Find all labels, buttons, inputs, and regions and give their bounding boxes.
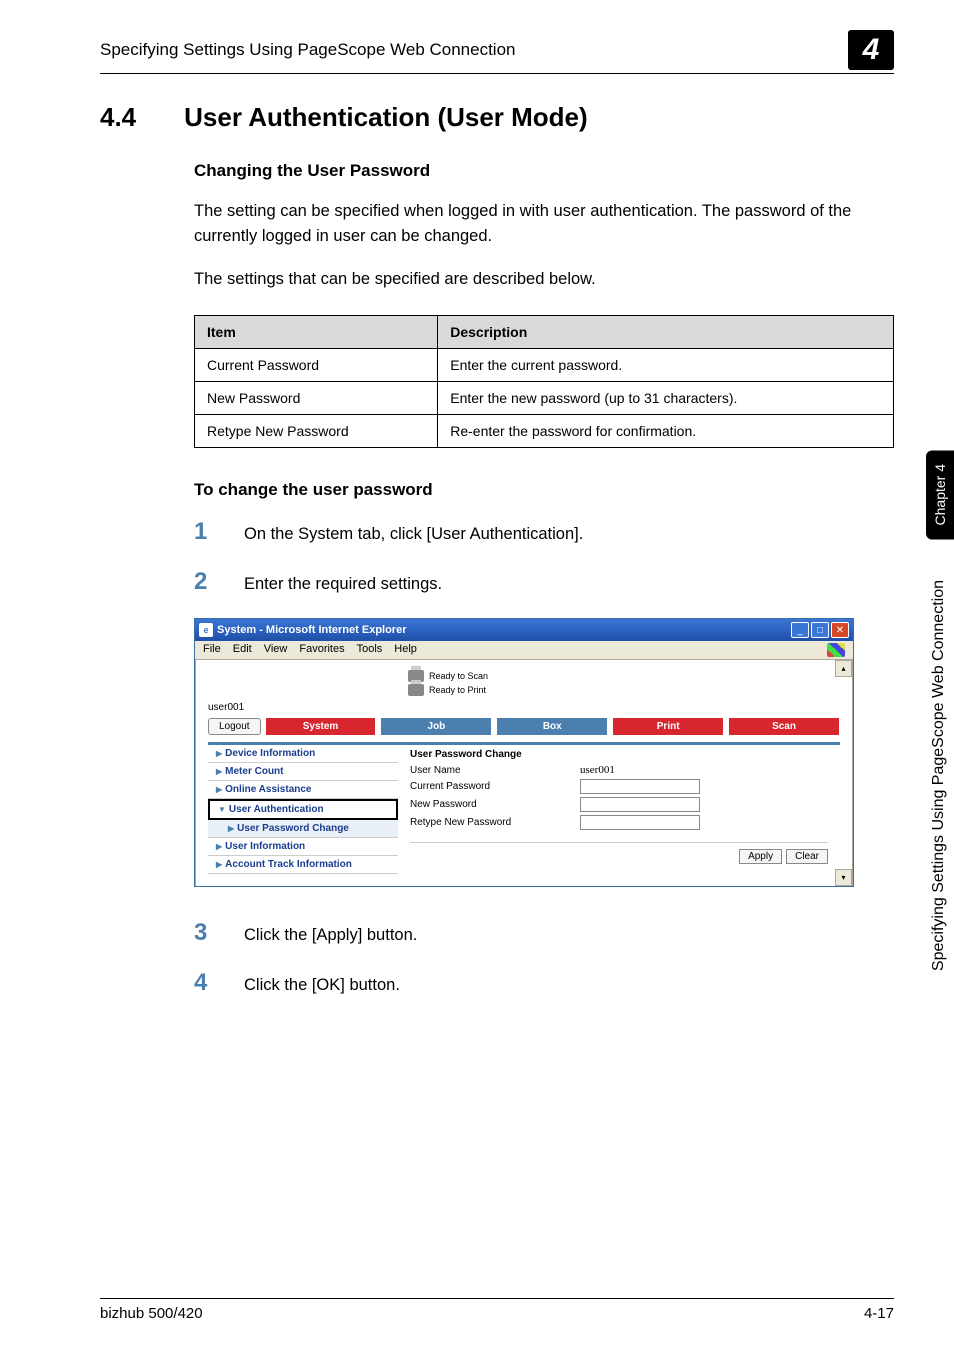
step-4: 4 Click the [OK] button. (194, 969, 894, 997)
retype-password-input[interactable] (580, 815, 700, 830)
section-heading: User Authentication (User Mode) (184, 102, 588, 133)
tab-scan[interactable]: Scan (728, 717, 840, 736)
windows-flag-icon (827, 643, 845, 657)
printer-icon (408, 684, 424, 696)
current-password-label: Current Password (410, 781, 580, 792)
step-3: 3 Click the [Apply] button. (194, 919, 894, 947)
window-title: System - Microsoft Internet Explorer (217, 624, 407, 636)
tab-system[interactable]: System (265, 717, 377, 736)
menu-tools[interactable]: Tools (357, 643, 383, 657)
subsection-title: Changing the User Password (194, 161, 894, 181)
subsection-title: To change the user password (194, 480, 894, 500)
username-value: user001 (580, 764, 615, 776)
menu-edit[interactable]: Edit (233, 643, 252, 657)
menu-favorites[interactable]: Favorites (299, 643, 344, 657)
apply-button[interactable]: Apply (739, 849, 782, 864)
clear-button[interactable]: Clear (786, 849, 828, 864)
table-row: Retype New Password Re-enter the passwor… (195, 415, 894, 448)
menu-view[interactable]: View (264, 643, 288, 657)
window-titlebar: e System - Microsoft Internet Explorer _… (195, 619, 853, 641)
tab-box[interactable]: Box (496, 717, 608, 736)
minimize-button[interactable]: _ (791, 622, 809, 638)
new-password-label: New Password (410, 799, 580, 810)
status-scan: Ready to Scan (429, 671, 488, 681)
close-button[interactable]: ✕ (831, 622, 849, 638)
user-label: user001 (196, 702, 852, 717)
screenshot: e System - Microsoft Internet Explorer _… (194, 618, 894, 887)
paragraph: The setting can be specified when logged… (194, 199, 894, 249)
logout-button[interactable]: Logout (208, 718, 261, 735)
sidebar-item-userinfo[interactable]: ▶User Information (208, 838, 398, 856)
sidebar-item-pwchange[interactable]: ▶User Password Change (208, 820, 398, 838)
table-row: New Password Enter the new password (up … (195, 382, 894, 415)
section-title: 4.4 User Authentication (User Mode) (100, 102, 894, 133)
current-password-input[interactable] (580, 779, 700, 794)
page-header: Specifying Settings Using PageScope Web … (100, 30, 894, 74)
sidebar: ▶Device Information ▶Meter Count ▶Online… (208, 745, 398, 874)
footer-product: bizhub 500/420 (100, 1305, 203, 1322)
tab-job[interactable]: Job (380, 717, 492, 736)
settings-table: Item Description Current Password Enter … (194, 315, 894, 448)
form-title: User Password Change (410, 749, 828, 760)
arrow-right-icon: ▶ (216, 860, 222, 869)
retype-password-label: Retype New Password (410, 817, 580, 828)
form-area: User Password Change User Name user001 C… (398, 745, 840, 874)
arrow-right-icon: ▶ (216, 785, 222, 794)
arrow-right-icon: ▶ (228, 824, 234, 833)
sidebar-item-userauth[interactable]: ▼User Authentication (208, 799, 398, 820)
arrow-right-icon: ▶ (216, 749, 222, 758)
maximize-button[interactable]: □ (811, 622, 829, 638)
page-footer: bizhub 500/420 4-17 (100, 1298, 894, 1322)
table-row: Current Password Enter the current passw… (195, 349, 894, 382)
new-password-input[interactable] (580, 797, 700, 812)
sidebar-item-device[interactable]: ▶Device Information (208, 745, 398, 763)
chapter-badge: 4 (848, 30, 894, 70)
paragraph: The settings that can be specified are d… (194, 267, 894, 292)
tab-print[interactable]: Print (612, 717, 724, 736)
menu-help[interactable]: Help (394, 643, 417, 657)
sidebar-item-online[interactable]: ▶Online Assistance (208, 781, 398, 799)
sidebar-item-meter[interactable]: ▶Meter Count (208, 763, 398, 781)
ie-icon: e (199, 623, 213, 637)
arrow-down-icon: ▼ (218, 805, 226, 814)
scroll-down-button[interactable]: ▾ (835, 869, 852, 886)
menubar: File Edit View Favorites Tools Help (195, 641, 853, 660)
step-1: 1 On the System tab, click [User Authent… (194, 518, 894, 546)
table-header-desc: Description (438, 316, 894, 349)
arrow-right-icon: ▶ (216, 767, 222, 776)
footer-page: 4-17 (864, 1305, 894, 1322)
arrow-right-icon: ▶ (216, 842, 222, 851)
scroll-up-button[interactable]: ▴ (835, 660, 852, 677)
section-number: 4.4 (100, 102, 136, 133)
side-text: Specifying Settings Using PageScope Web … (930, 580, 948, 971)
table-header-item: Item (195, 316, 438, 349)
username-label: User Name (410, 765, 580, 776)
step-2: 2 Enter the required settings. (194, 568, 894, 596)
side-chapter-tab: Chapter 4 (926, 450, 954, 539)
menu-file[interactable]: File (203, 643, 221, 657)
header-text: Specifying Settings Using PageScope Web … (100, 40, 516, 60)
sidebar-item-account[interactable]: ▶Account Track Information (208, 856, 398, 874)
status-print: Ready to Print (429, 685, 486, 695)
